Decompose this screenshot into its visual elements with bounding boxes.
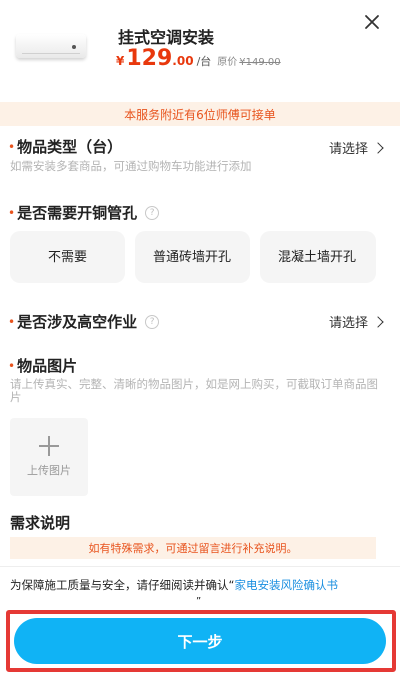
high-altitude-label-row: • 是否涉及高空作业 ? — [8, 311, 160, 332]
upload-photo-button[interactable]: 上传图片 — [10, 418, 88, 496]
high-altitude-label: 是否涉及高空作业 — [17, 313, 138, 331]
price-integer: 129 — [126, 46, 173, 71]
required-mark: • — [8, 314, 16, 329]
product-image — [16, 34, 86, 62]
chevron-right-icon — [372, 315, 384, 328]
photos-label: 物品图片 — [17, 357, 78, 375]
divider — [0, 566, 400, 567]
original-price: ¥149.00 — [239, 57, 281, 68]
plus-icon — [39, 436, 59, 456]
price-decimal: .00 — [172, 54, 194, 68]
price-currency: ¥ — [116, 54, 125, 68]
close-button[interactable] — [360, 10, 384, 34]
help-icon[interactable]: ? — [145, 314, 160, 329]
risk-confirmation-link[interactable]: 家电安装风险确认书 — [234, 578, 338, 592]
original-price-label: 原价 — [217, 57, 238, 68]
air-conditioner-icon — [16, 34, 86, 58]
option-brick-wall[interactable]: 普通砖墙开孔 — [135, 231, 250, 283]
required-mark: • — [8, 358, 16, 373]
copper-hole-label: 是否需要开铜管孔 — [17, 204, 138, 222]
option-label: 混凝土墙开孔 — [278, 249, 357, 265]
option-label: 普通砖墙开孔 — [153, 249, 232, 265]
price-row: ¥ 129 .00 /台 原价 ¥149.00 — [116, 46, 281, 71]
option-concrete-wall[interactable]: 混凝土墙开孔 — [260, 231, 376, 283]
product-title: 挂式空调安装 — [118, 28, 215, 47]
required-mark: • — [8, 205, 16, 220]
upload-photo-label: 上传图片 — [27, 464, 71, 477]
item-type-select[interactable]: 请选择 — [328, 138, 384, 157]
item-type-label: 物品类型（台） — [17, 138, 123, 156]
product-header: 挂式空调安装 ¥ 129 .00 /台 原价 ¥149.00 — [0, 0, 400, 100]
photos-hint: 请上传真实、完整、清晰的物品图片，如是网上购买，可截取订单商品图片 — [10, 377, 378, 404]
nearby-workers-notice: 本服务附近有6位师傅可接单 — [0, 102, 400, 126]
photos-label-row: • 物品图片 — [8, 355, 77, 376]
next-step-button[interactable]: 下一步 — [14, 618, 386, 664]
option-no-hole[interactable]: 不需要 — [10, 231, 125, 283]
requirements-label: 需求说明 — [10, 514, 71, 532]
item-type-label-row: • 物品类型（台） — [8, 136, 122, 157]
agreement-prefix: 为保障施工质量与安全，请仔细阅读并确认“ — [10, 578, 235, 592]
requirements-remark: 如有特殊需求，可通过留言进行补充说明。 — [10, 537, 376, 559]
agreement-text: 为保障施工质量与安全，请仔细阅读并确认“家电安装风险确认书 — [10, 578, 395, 592]
close-icon — [365, 15, 379, 29]
high-altitude-select-label: 请选择 — [328, 316, 368, 331]
high-altitude-select[interactable]: 请选择 — [328, 312, 384, 331]
price-unit: /台 — [196, 55, 212, 68]
required-mark: • — [8, 139, 16, 154]
item-type-select-label: 请选择 — [328, 142, 368, 157]
help-icon[interactable]: ? — [145, 205, 160, 220]
chevron-right-icon — [372, 141, 384, 154]
option-label: 不需要 — [47, 249, 87, 265]
item-type-hint: 如需安装多套商品，可通过购物车功能进行添加 — [10, 159, 252, 173]
agreement-close-quote: ” — [196, 596, 202, 607]
requirements-label-row: 需求说明 — [10, 512, 70, 533]
copper-hole-label-row: • 是否需要开铜管孔 ? — [8, 202, 160, 223]
